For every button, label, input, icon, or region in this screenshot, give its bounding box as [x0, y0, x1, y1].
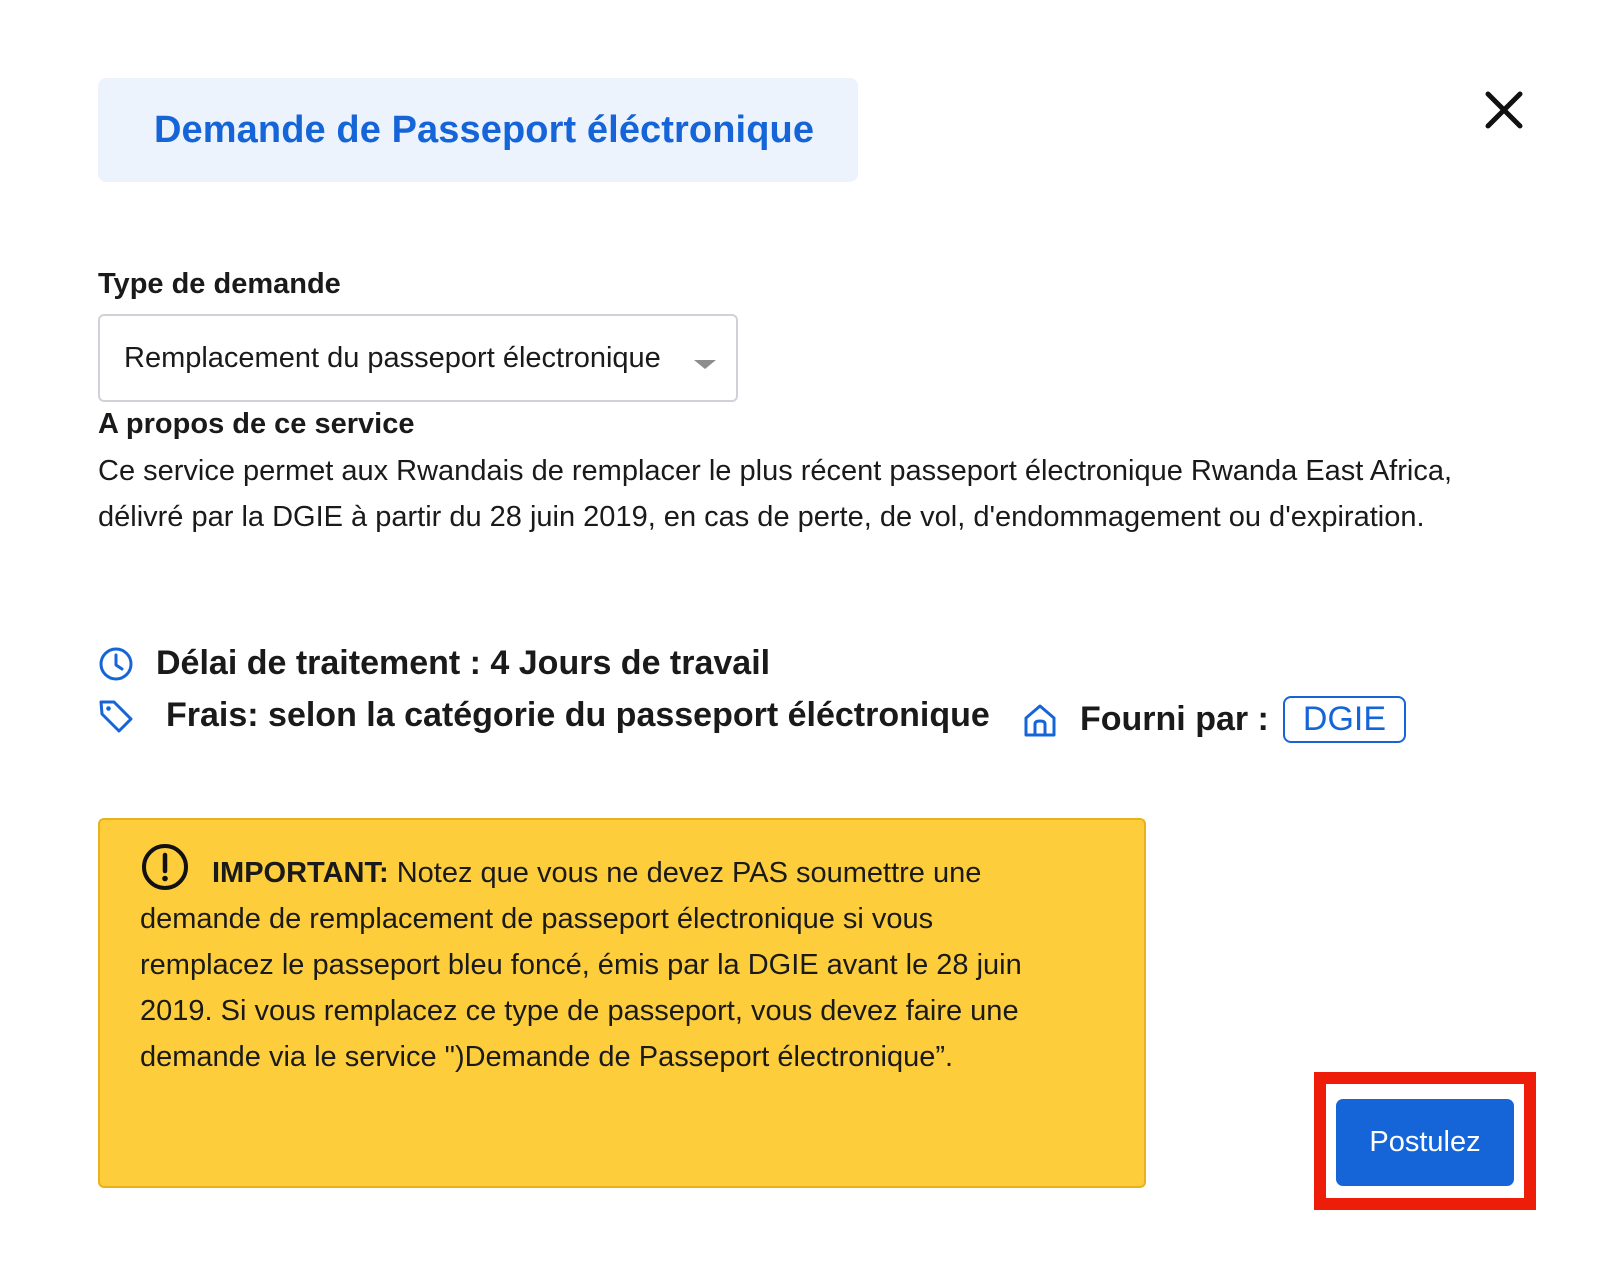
processing-time: Délai de traitement : 4 Jours de travail	[98, 644, 770, 683]
close-button[interactable]	[1482, 88, 1526, 132]
service-dialog: Demande de Passeport éléctronique Type d…	[0, 0, 1600, 1264]
fees-text: Frais: selon la catégorie du passeport é…	[166, 696, 990, 734]
close-icon	[1482, 88, 1526, 132]
notice-label: IMPORTANT:	[212, 857, 389, 889]
apply-button[interactable]: Postulez	[1336, 1099, 1514, 1186]
request-type-label: Type de demande	[98, 268, 341, 300]
chevron-down-icon	[694, 360, 716, 369]
fees-info: Frais: selon la catégorie du passeport é…	[98, 696, 990, 735]
request-type-select[interactable]: Remplacement du passeport électronique	[98, 314, 738, 402]
notice-body: Notez que vous ne devez PAS soumettre un…	[140, 857, 1022, 1073]
important-notice: IMPORTANT: Notez que vous ne devez PAS s…	[98, 818, 1146, 1188]
request-type-value: Remplacement du passeport électronique	[124, 341, 661, 374]
exclamation-circle-icon	[140, 842, 190, 892]
about-heading: A propos de ce service	[98, 408, 415, 440]
provider-badge[interactable]: DGIE	[1282, 696, 1407, 743]
about-description: Ce service permet aux Rwandais de rempla…	[98, 455, 1453, 533]
processing-time-text: Délai de traitement : 4 Jours de travail	[156, 644, 771, 682]
home-icon	[1022, 702, 1058, 738]
notice-text: IMPORTANT: Notez que vous ne devez PAS s…	[140, 842, 1040, 1080]
dialog-header: Demande de Passeport éléctronique	[98, 78, 858, 182]
tag-icon	[98, 698, 134, 734]
provider-info: Fourni par : DGIE	[1022, 696, 1407, 743]
clock-icon	[98, 646, 134, 682]
provider-label: Fourni par :	[1080, 700, 1269, 738]
dialog-title: Demande de Passeport éléctronique	[154, 108, 815, 151]
